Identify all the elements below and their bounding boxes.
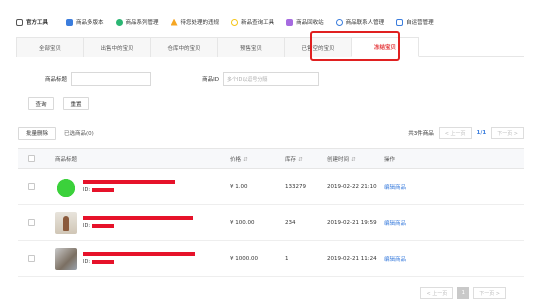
title-input[interactable] [71,72,151,86]
id-input[interactable]: 多个ID以逗号分隔 [223,72,319,86]
search-form: 商品标题 商品ID 多个ID以逗号分隔 [18,71,319,87]
tool-versions[interactable]: 商品多版本 [66,18,104,26]
redacted-id [92,260,115,264]
selected-count: 已选商品(0) [64,131,94,137]
table-row: ID: ¥ 1000.00 1 2019-02-21 11:24 编辑商品 [18,241,524,277]
total-count: 共3件商品 [408,131,434,137]
recycle-bin-icon [286,18,294,26]
created-cell: 2019-02-21 11:24 [327,255,377,262]
prev-page-button[interactable]: < 上一页 [420,287,454,299]
top-pager: 共3件商品 < 上一页 1/1 下一页 > [408,127,524,139]
product-thumbnail[interactable] [55,175,77,198]
price-cell: ¥ 100.00 [230,219,255,226]
tab-presale[interactable]: 预售宝贝 [217,37,285,57]
batch-delete-button[interactable]: 批量删除 [18,126,56,140]
versions-icon [66,18,74,26]
contacts-icon [335,18,343,26]
tool-contacts[interactable]: 商品联系人管理 [335,18,384,26]
top-page-indicator: 1/1 [476,130,487,136]
sort-icon[interactable]: ⇵ [298,157,303,163]
table-header: 商品标题 价格 ⇵ 库存 ⇵ 创建时间 ⇵ 操作 [18,149,524,169]
tab-in-warehouse[interactable]: 仓库中的宝贝 [150,37,218,57]
row-checkbox[interactable] [28,183,35,190]
product-management-page: 官方工具 商品多版本 商品系列管理 待您处理的违规 新品查询工具 商品回收站 商… [0,0,546,308]
self-operate-icon [396,18,404,26]
edit-product-link[interactable]: 编辑商品 [384,257,406,263]
title-label: 商品标题 [44,77,67,83]
sort-icon[interactable]: ⇵ [243,157,248,163]
tool-self-operate[interactable]: 自运营管理 [396,18,434,26]
price-cell: ¥ 1.00 [230,183,248,190]
header-operation: 操作 [384,156,396,163]
warning-icon [170,18,178,26]
redacted-id [92,224,115,228]
header-price[interactable]: 价格 ⇵ [230,155,285,163]
stock-cell: 1 [285,255,289,262]
header-stock[interactable]: 库存 ⇵ [285,155,327,163]
created-cell: 2019-02-21 19:59 [327,219,377,226]
top-prev-page-button[interactable]: < 上一页 [438,127,472,139]
official-tools-title: 官方工具 [16,18,48,26]
search-buttons: 查询 重置 [28,97,89,110]
id-label: ID: [83,259,91,265]
stock-cell: 234 [285,219,296,226]
row-checkbox[interactable] [28,219,35,226]
tool-violations[interactable]: 待您处理的违规 [170,18,219,26]
edit-product-link[interactable]: 编辑商品 [384,185,406,191]
created-cell: 2019-02-22 21:10 [327,183,377,190]
tool-recycle-bin[interactable]: 商品回收站 [286,18,324,26]
redacted-title [83,216,193,220]
edit-icon [16,18,23,26]
official-tools-bar: 官方工具 商品多版本 商品系列管理 待您处理的违规 新品查询工具 商品回收站 商… [16,14,506,30]
select-all-cell [18,155,45,162]
top-next-page-button[interactable]: 下一页 > [491,127,524,139]
product-table: 商品标题 价格 ⇵ 库存 ⇵ 创建时间 ⇵ 操作 ID: ¥ 1.00 1332… [18,148,524,277]
redacted-id [92,188,115,192]
edit-product-link[interactable]: 编辑商品 [384,221,406,227]
price-cell: ¥ 1000.00 [230,255,258,262]
product-thumbnail[interactable] [55,247,77,270]
search-tool-icon [231,18,239,26]
product-thumbnail[interactable] [55,211,77,234]
header-title: 商品标题 [55,156,78,163]
redacted-title [83,252,195,256]
row-checkbox[interactable] [28,255,35,262]
tab-all[interactable]: 全部宝贝 [16,37,84,57]
redacted-title [83,180,175,184]
header-created[interactable]: 创建时间 ⇵ [327,155,384,163]
reset-button[interactable]: 重置 [63,97,89,110]
stock-cell: 133279 [285,183,306,190]
table-row: ID: ¥ 100.00 234 2019-02-21 19:59 编辑商品 [18,205,524,241]
table-row: ID: ¥ 1.00 133279 2019-02-22 21:10 编辑商品 [18,169,524,205]
id-label: ID: [83,223,91,229]
query-button[interactable]: 查询 [28,97,54,110]
tool-series-management[interactable]: 商品系列管理 [115,18,159,26]
next-page-button[interactable]: 下一页 > [473,287,506,299]
series-icon [115,18,123,26]
bottom-pager: < 上一页 1 下一页 > [420,287,506,299]
current-page-number[interactable]: 1 [457,287,470,299]
select-all-checkbox[interactable] [28,155,35,162]
tool-new-product-query[interactable]: 新品查询工具 [231,18,274,26]
highlight-annotation-box [310,31,400,61]
sort-icon[interactable]: ⇵ [351,157,356,163]
product-status-tabs: 全部宝贝 出售中的宝贝 仓库中的宝贝 预售宝贝 已售空的宝贝 冻结宝贝 [16,37,524,57]
id-label: 商品ID [202,77,219,83]
id-label: ID: [83,187,91,193]
batch-bar: 批量删除 已选商品(0) 共3件商品 < 上一页 1/1 下一页 > [18,126,524,140]
tab-on-sale[interactable]: 出售中的宝贝 [83,37,151,57]
